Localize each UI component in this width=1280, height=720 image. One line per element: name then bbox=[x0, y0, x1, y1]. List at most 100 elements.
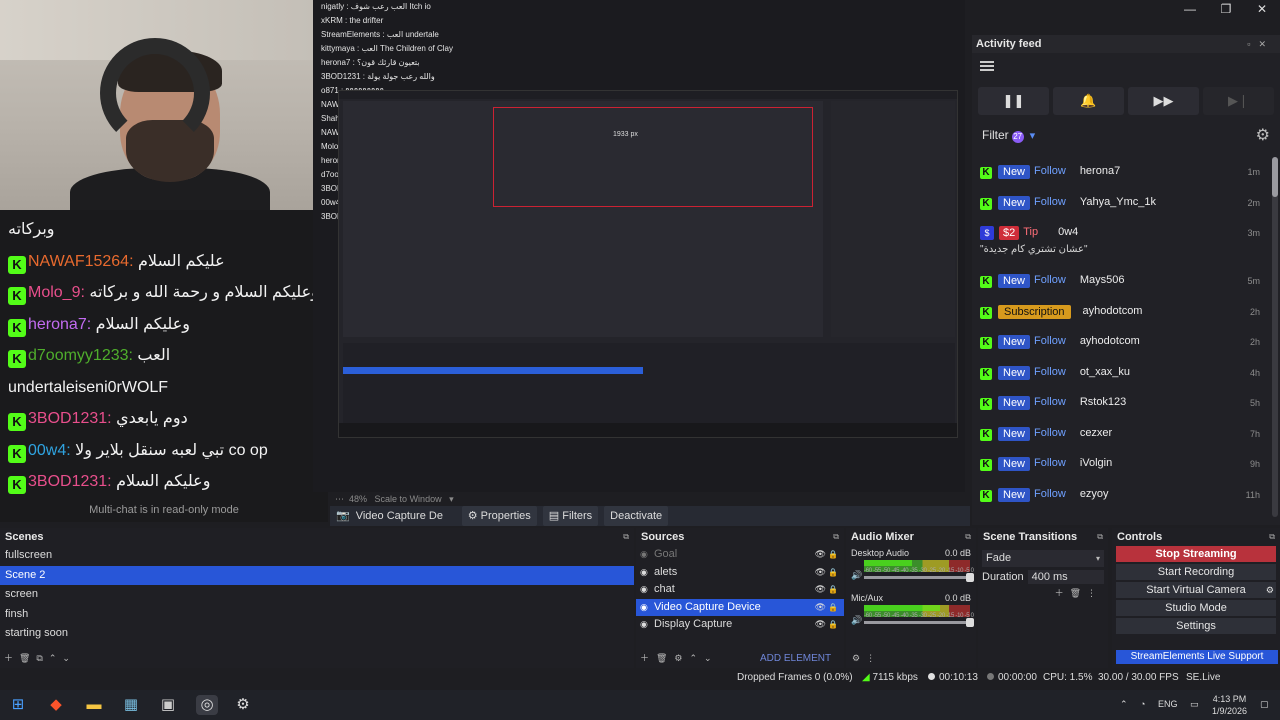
gear-icon[interactable]: ⚙ bbox=[1256, 125, 1270, 145]
source-item[interactable]: ◉ Goal 👁 🔒 bbox=[636, 546, 844, 564]
eye-icon[interactable]: 👁 bbox=[815, 599, 826, 617]
speaker-icon[interactable]: 🔊 bbox=[851, 570, 862, 581]
feed-item[interactable]: K Subscription ayhodotcom 2h bbox=[972, 299, 1272, 330]
feed-item[interactable]: K New Follow ezyoy 11h bbox=[972, 482, 1272, 513]
windows-start-icon[interactable]: ⊞ bbox=[8, 695, 28, 715]
scenes-toolbar[interactable]: ＋🗑⧉⌃⌄ bbox=[4, 651, 76, 664]
lock-icon[interactable]: 🔒 bbox=[828, 599, 838, 617]
clock[interactable]: 4:13 PM 1/9/2026 bbox=[1212, 693, 1247, 717]
chat-username[interactable]: NAWAF15264: bbox=[28, 253, 134, 270]
source-item[interactable]: ◉ Display Capture 👁 🔒 bbox=[636, 616, 844, 634]
filters-button[interactable]: ▤ Filters bbox=[542, 506, 599, 526]
transition-select[interactable]: Fade bbox=[982, 550, 1104, 567]
sources-toolbar[interactable]: ＋🗑⚙⌃⌄ bbox=[640, 651, 719, 664]
zoom-dropdown-label[interactable]: ⋯ 48% Scale to Window ▾ bbox=[335, 494, 454, 504]
feed-time: 5m bbox=[1247, 276, 1260, 286]
dock-float-icon[interactable]: ⧉ bbox=[833, 528, 839, 546]
restore-button[interactable]: ❐ bbox=[1208, 0, 1244, 18]
network-icon[interactable]: ▭ bbox=[1190, 699, 1199, 710]
brave-browser-icon[interactable]: ◆ bbox=[46, 695, 66, 715]
app-icon[interactable]: ▣ bbox=[158, 695, 178, 715]
wifi-icon[interactable]: ◔ bbox=[1140, 699, 1145, 709]
scene-item[interactable]: finsh bbox=[0, 605, 634, 625]
mixer-channel: Mic/Aux 0.0 dB -60 -55 -50 -45 -40 -35 -30… bbox=[846, 591, 976, 636]
feed-item[interactable]: K New Follow cezxer 7h bbox=[972, 421, 1272, 452]
start-recording-button[interactable]: Start Recording bbox=[1116, 564, 1276, 580]
feed-item[interactable]: K New Follow Mays506 5m bbox=[972, 268, 1272, 299]
lock-icon[interactable]: 🔒 bbox=[828, 616, 838, 634]
chat-username[interactable]: herona7: bbox=[28, 316, 91, 333]
lock-icon[interactable]: 🔒 bbox=[828, 546, 838, 564]
file-explorer-icon[interactable]: ▬ bbox=[84, 695, 104, 715]
deactivate-button[interactable]: Deactivate bbox=[604, 506, 669, 526]
filter-dropdown[interactable]: Filter 27 ▾ bbox=[982, 128, 1035, 143]
notification-icon[interactable]: ▢ bbox=[1260, 699, 1269, 710]
close-button[interactable]: ✕ bbox=[1244, 0, 1280, 18]
pause-feed-button[interactable]: ❚❚ bbox=[978, 87, 1049, 115]
mixer-toolbar[interactable]: ⚙⋮ bbox=[852, 653, 881, 664]
chevron-up-icon[interactable]: ⌃ bbox=[1120, 699, 1128, 710]
scene-item[interactable]: starting soon bbox=[0, 624, 634, 644]
lock-icon[interactable]: 🔒 bbox=[828, 564, 838, 582]
eye-icon[interactable]: 👁 bbox=[815, 616, 826, 634]
program-preview[interactable]: nigatly : العب رعب شوف Itch io xKRM : the… bbox=[313, 0, 965, 492]
scene-item[interactable]: fullscreen bbox=[0, 546, 634, 566]
dock-float-icon[interactable]: ⧉ bbox=[1269, 528, 1275, 546]
feed-item[interactable]: K New Follow Rstok123 5h bbox=[972, 390, 1272, 421]
language-indicator[interactable]: ENG bbox=[1158, 699, 1178, 709]
hamburger-menu-icon[interactable] bbox=[980, 61, 994, 71]
start-virtual-camera-button[interactable]: Start Virtual Camera bbox=[1116, 582, 1276, 598]
feed-item[interactable]: K New Follow ayhodotcom 2h bbox=[972, 329, 1272, 360]
source-item[interactable]: ◉ alets 👁 🔒 bbox=[636, 564, 844, 582]
properties-button[interactable]: ⚙ Properties bbox=[461, 506, 537, 526]
activity-feed-header: Activity feed ▫✕ bbox=[972, 35, 1280, 53]
dock-float-icon[interactable]: ⧉ bbox=[623, 528, 629, 546]
feed-item[interactable]: $ $2 Tip 0w4 3m "عشان تشتري كام جديدة" bbox=[972, 220, 1272, 268]
feed-item[interactable]: K New Follow iVolgin 9h bbox=[972, 451, 1272, 482]
transition-toolbar[interactable]: ＋🗑⋮ bbox=[1055, 586, 1102, 599]
source-label: alets bbox=[654, 565, 678, 578]
headphones-icon bbox=[100, 38, 210, 148]
feed-item[interactable]: K New Follow herona7 1m bbox=[972, 159, 1272, 190]
source-item[interactable]: ◉ Video Capture Device 👁 🔒 bbox=[636, 598, 844, 617]
new-badge: New bbox=[998, 274, 1031, 288]
kick-badge-icon: K bbox=[8, 255, 26, 274]
eye-icon[interactable]: 👁 bbox=[815, 581, 826, 599]
duration-input[interactable]: 400 ms bbox=[1027, 570, 1104, 584]
studio-mode-button[interactable]: Studio Mode bbox=[1116, 600, 1276, 616]
feed-item[interactable]: K New Follow Yahya_Ymc_1k 2m bbox=[972, 190, 1272, 221]
settings-button[interactable]: Settings bbox=[1116, 618, 1276, 634]
stop-streaming-button[interactable]: Stop Streaming bbox=[1116, 546, 1276, 562]
chat-username[interactable]: 3BOD1231: bbox=[28, 473, 112, 490]
skip-alert-button[interactable]: ▶▶ bbox=[1128, 87, 1199, 115]
eye-icon[interactable]: 👁 bbox=[815, 564, 826, 582]
chat-username[interactable]: 3BOD1231: bbox=[28, 410, 112, 427]
eye-icon[interactable]: 👁 bbox=[815, 546, 826, 564]
scene-item[interactable]: Scene 2 bbox=[0, 565, 634, 585]
streamelements-support-button[interactable]: StreamElements Live Support bbox=[1116, 650, 1278, 664]
speaker-icon[interactable]: 🔊 bbox=[851, 615, 862, 626]
source-item[interactable]: ◉ chat 👁 🔒 bbox=[636, 581, 844, 599]
dock-float-icon[interactable]: ⧉ bbox=[965, 528, 971, 546]
volume-slider[interactable] bbox=[864, 618, 974, 627]
minimize-button[interactable]: — bbox=[1172, 0, 1208, 18]
lock-icon[interactable]: 🔒 bbox=[828, 581, 838, 599]
live-timer: 00:10:13 bbox=[928, 668, 978, 688]
scene-item[interactable]: screen bbox=[0, 585, 634, 605]
add-element-button[interactable]: ADD ELEMENT bbox=[760, 653, 831, 664]
chat-username[interactable]: 00w4: bbox=[28, 442, 71, 459]
chat-username[interactable]: Molo_9: bbox=[28, 284, 85, 301]
feed-filter-row[interactable]: Filter 27 ▾ ⚙ bbox=[972, 119, 1280, 151]
bell-icon[interactable]: 🔔 bbox=[1053, 87, 1124, 115]
chat-username[interactable]: d7oomyy1233: bbox=[28, 347, 133, 364]
feed-scrollbar[interactable] bbox=[1272, 157, 1278, 517]
skip-next-button[interactable]: ▶❘ bbox=[1203, 87, 1274, 115]
store-icon[interactable]: ▦ bbox=[121, 695, 141, 715]
volume-slider[interactable] bbox=[864, 573, 974, 582]
settings-gear-icon[interactable]: ⚙ bbox=[233, 695, 253, 715]
dock-controls-icon[interactable]: ▫✕ bbox=[1247, 35, 1280, 53]
dock-float-icon[interactable]: ⧉ bbox=[1097, 528, 1103, 546]
feed-item[interactable]: K New Follow ot_xax_ku 4h bbox=[972, 360, 1272, 391]
chat-text: وعليكم السلام bbox=[95, 315, 190, 333]
obs-icon[interactable]: ◎ bbox=[196, 695, 218, 715]
